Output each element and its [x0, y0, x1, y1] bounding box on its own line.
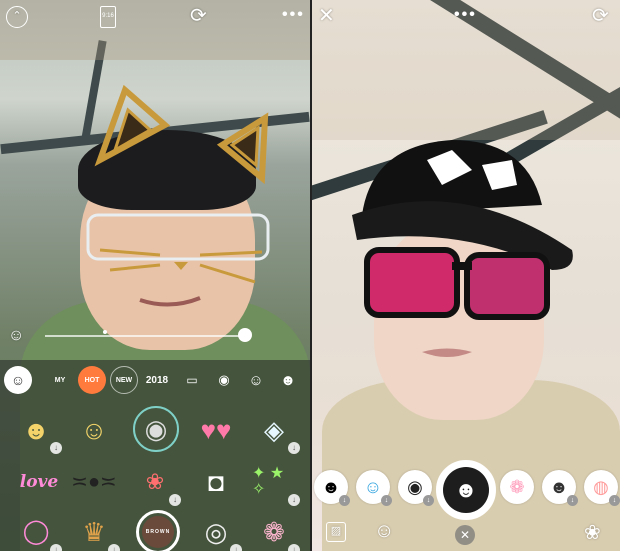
beauty-slider-handle[interactable] [238, 328, 252, 342]
filter-icon[interactable]: ❀ [584, 520, 601, 545]
capture-button[interactable]: ☻ [436, 460, 496, 520]
sticker-boy-face[interactable]: ☻ ↓ [314, 470, 350, 506]
sticker-sunglasses-face[interactable]: ☻ ↓ [542, 470, 578, 506]
download-icon: ↓ [423, 495, 434, 506]
capture-button[interactable]: BROWN [136, 510, 180, 551]
category-character-1[interactable]: ▭ [178, 366, 206, 394]
beauty-slider-track[interactable] [45, 335, 250, 337]
sticker-flower-ring[interactable]: ◯ ↓ [14, 510, 62, 551]
category-character-4[interactable]: ☻ [274, 366, 302, 394]
camera-view-left: ⌃ 9:16 ⟳ ••• ☺ ☺ MY HOT NEW 2018 ▭ ◉ ☺ ☻… [0, 0, 310, 551]
cat-ears-effect [86, 84, 270, 307]
sticker-whiskers[interactable]: ≍●≍ [71, 460, 117, 504]
download-icon: ↓ [567, 495, 578, 506]
download-icon: ↓ [50, 442, 62, 454]
gallery-icon[interactable]: ▨ [326, 522, 346, 542]
truck-icon: ▭ [186, 373, 198, 387]
beauty-face-icon[interactable]: ☺ [8, 326, 24, 346]
download-icon: ↓ [288, 544, 300, 551]
sticker-heart-balloons[interactable]: ❀ ↓ [133, 460, 181, 506]
face-icon: ☺ [248, 371, 264, 389]
download-icon: ↓ [108, 544, 120, 551]
download-icon: ↓ [288, 442, 300, 454]
category-2018[interactable]: 2018 [140, 375, 174, 386]
collapse-icon[interactable]: ⌃ [6, 6, 28, 28]
sticker-star-face[interactable]: ☺ [72, 408, 116, 452]
brown-character-icon: BROWN [142, 516, 174, 548]
sticker-blue-bunny[interactable]: ☺ ↓ [356, 470, 392, 506]
sticker-bear-costume[interactable]: ♛ ↓ [72, 510, 120, 551]
cap-sunglasses-sticker-icon: ☻ [443, 467, 489, 513]
category-hot[interactable]: HOT [78, 366, 106, 394]
sticker-love-text[interactable]: love [14, 460, 64, 504]
switch-camera-icon[interactable]: ⟳ [592, 6, 609, 26]
sticker-emoji-pair[interactable]: ☻ ↓ [14, 408, 62, 454]
download-icon: ↓ [609, 495, 620, 506]
category-new[interactable]: NEW [110, 366, 138, 394]
more-options-icon[interactable]: ••• [454, 6, 477, 24]
category-my[interactable]: MY [46, 366, 74, 394]
sticker-pink-face[interactable]: ❁ ↓ [252, 510, 300, 551]
clear-sticker-button[interactable]: ✕ [455, 525, 475, 545]
category-character-3[interactable]: ☺ [242, 366, 270, 394]
switch-camera-icon[interactable]: ⟳ [190, 6, 207, 26]
category-character-5[interactable]: ⋈ [306, 366, 310, 394]
sticker-neon-cat[interactable]: ◈ ↓ [252, 408, 300, 454]
sticker-category-bar: ☺ MY HOT NEW 2018 ▭ ◉ ☺ ☻ ⋈ [0, 362, 310, 398]
sunglasses-face-icon: ☻ [280, 371, 296, 389]
sticker-white-cat[interactable]: ◘ [194, 460, 238, 504]
sticker-stars[interactable]: ✦ ★ ✧ ↓ [252, 460, 300, 506]
download-icon: ↓ [288, 494, 300, 506]
cat-icon: ◉ [218, 372, 230, 387]
more-options-icon[interactable]: ••• [282, 6, 305, 24]
download-icon: ↓ [169, 494, 181, 506]
love-text: love [19, 471, 59, 492]
category-character-2[interactable]: ◉ [210, 366, 238, 394]
sticker-cat-hat[interactable]: ◎ ↓ [194, 510, 242, 551]
beauty-slider-default-tick [103, 330, 107, 334]
camera-view-right: ✕ ••• ⟳ ☻ ↓ ☺ ↓ ◉ ↓ ❁ ☻ ↓ ◍ ↓ ☻ ▨ ☺ ✕ ❀ [312, 0, 620, 551]
category-selected-effect[interactable]: ☺ [4, 366, 32, 394]
sticker-pink-pig[interactable]: ◍ ↓ [584, 470, 620, 506]
close-icon[interactable]: ✕ [318, 6, 335, 26]
sticker-cat-face-selected[interactable]: ◉ [133, 406, 179, 452]
download-icon: ↓ [381, 495, 392, 506]
aspect-ratio-button[interactable]: 9:16 [100, 6, 116, 28]
cap-sunglasses-effect [352, 140, 573, 357]
sticker-face-icon[interactable]: ☺ [374, 520, 394, 543]
download-icon: ↓ [230, 544, 242, 551]
download-icon: ↓ [339, 495, 350, 506]
download-icon: ↓ [50, 544, 62, 551]
sticker-hearts-eyes[interactable]: ♥♥ [194, 408, 238, 452]
sticker-black-cat[interactable]: ◉ ↓ [398, 470, 434, 506]
sticker-pink-bear[interactable]: ❁ [500, 470, 534, 504]
